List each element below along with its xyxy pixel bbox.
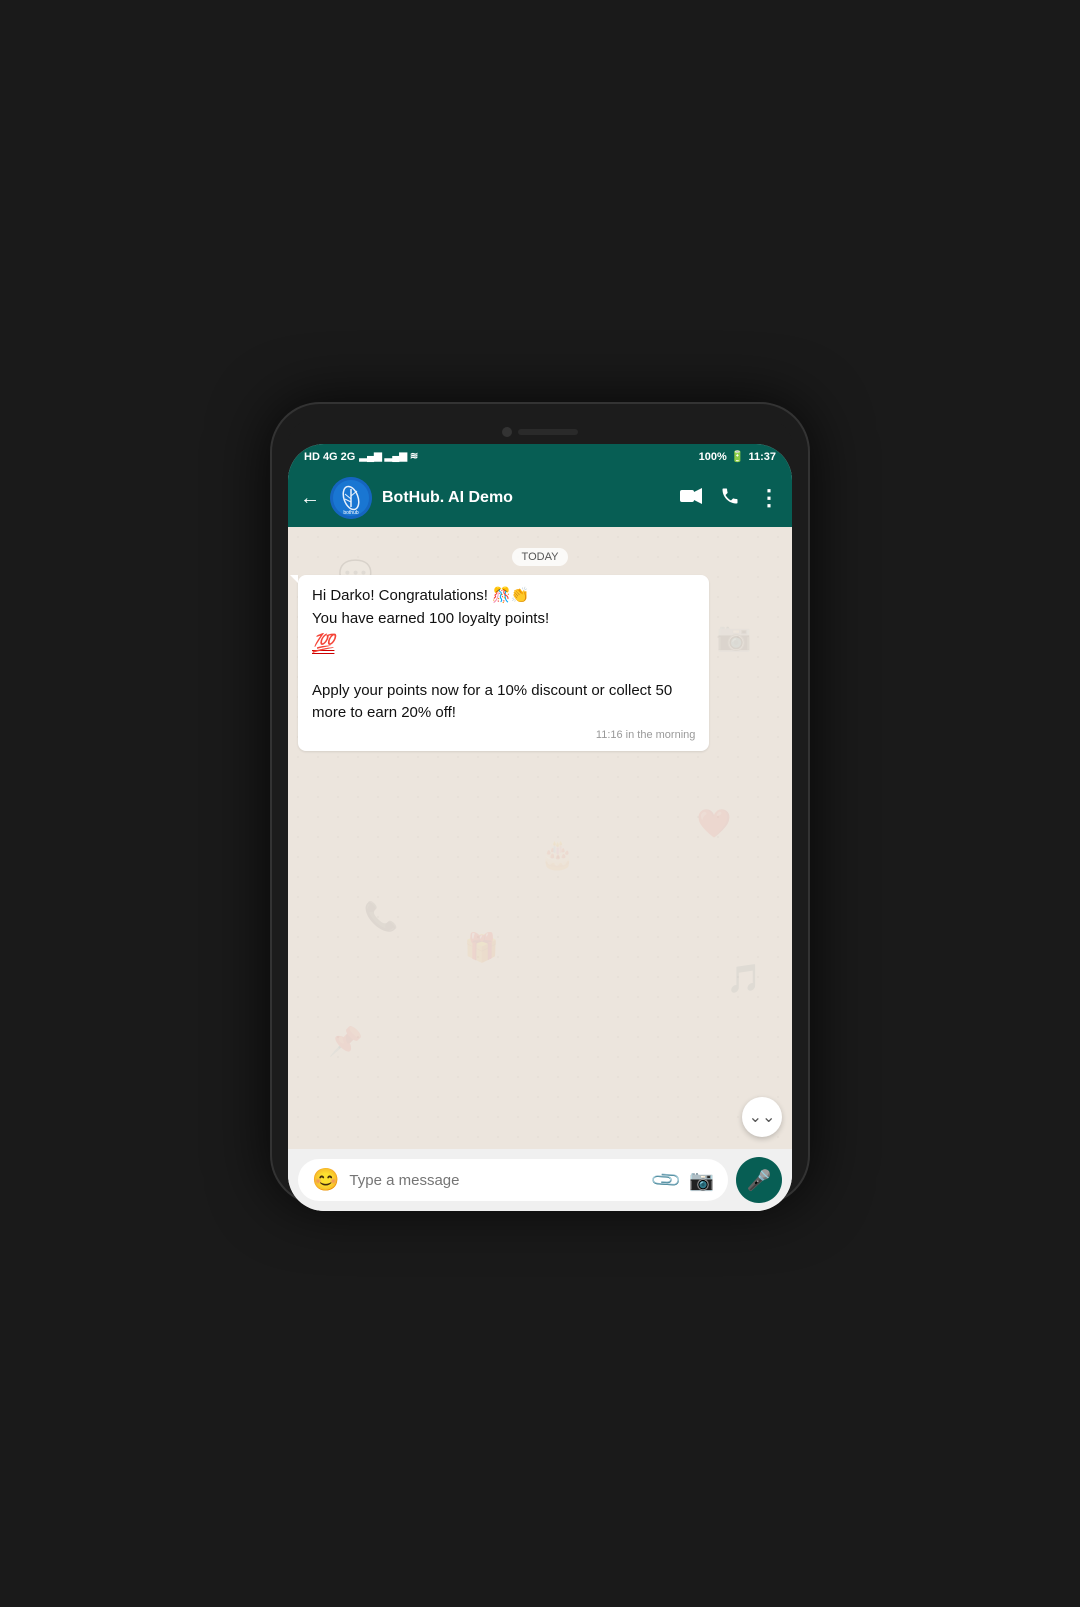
attach-button[interactable]: 📎	[649, 1162, 684, 1197]
message-emoji-100: 💯	[312, 633, 334, 653]
message-input[interactable]	[349, 1172, 644, 1189]
header-icons: ⋮	[680, 485, 780, 511]
date-badge: TODAY	[298, 547, 782, 565]
message-line1: Hi Darko! Congratulations! 🎊👏	[312, 587, 529, 604]
svg-text:bothub: bothub	[343, 510, 359, 516]
contact-name: BotHub. AI Demo	[382, 489, 670, 507]
phone-speaker	[518, 429, 578, 435]
video-call-button[interactable]	[680, 488, 702, 509]
clock: 11:37	[748, 451, 776, 463]
chevron-down-icon: ⌄⌄	[749, 1107, 776, 1127]
status-left: HD 4G 2G ▂▄▆ ▂▄▆ ≋	[304, 451, 418, 463]
voice-call-button[interactable]	[720, 486, 740, 511]
front-camera	[502, 427, 512, 437]
battery-level: 100%	[699, 451, 727, 463]
chat-header: ← bothub BotHub. AI Dem	[288, 469, 792, 527]
message-line3: Apply your points now for a 10% discount…	[312, 682, 672, 722]
mic-button[interactable]: 🎤	[736, 1157, 782, 1203]
contact-info: BotHub. AI Demo	[382, 489, 670, 507]
message-bubble: Hi Darko! Congratulations! 🎊👏 You have e…	[298, 575, 709, 751]
network-info: HD 4G 2G	[304, 451, 355, 463]
phone-notch	[288, 420, 792, 444]
status-right: 100% 🔋 11:37	[699, 450, 776, 463]
status-bar: HD 4G 2G ▂▄▆ ▂▄▆ ≋ 100% 🔋 11:37	[288, 444, 792, 469]
input-bar: 😊 📎 📷 🎤	[288, 1149, 792, 1211]
emoji-button[interactable]: 😊	[312, 1167, 339, 1193]
more-options-button[interactable]: ⋮	[758, 485, 780, 511]
phone-frame: HD 4G 2G ▂▄▆ ▂▄▆ ≋ 100% 🔋 11:37 ←	[270, 402, 810, 1205]
message-timestamp: 11:16 in the morning	[312, 729, 695, 741]
message-line2: You have earned 100 loyalty points!	[312, 610, 549, 627]
battery-icon: 🔋	[731, 450, 745, 463]
scroll-down-button[interactable]: ⌄⌄	[742, 1097, 782, 1137]
contact-avatar[interactable]: bothub	[330, 477, 372, 519]
signal-bars: ▂▄▆ ▂▄▆ ≋	[359, 451, 418, 462]
message-input-wrapper: 😊 📎 📷	[298, 1159, 728, 1201]
back-button[interactable]: ←	[300, 487, 320, 510]
phone-screen: HD 4G 2G ▂▄▆ ▂▄▆ ≋ 100% 🔋 11:37 ←	[288, 444, 792, 1211]
message-text: Hi Darko! Congratulations! 🎊👏 You have e…	[312, 585, 695, 725]
date-label: TODAY	[512, 548, 569, 566]
chat-area: 💬 📷 🔔 ❤️ 📞 🎵 📌 🎬 🎂 🎁 TODAY Hi Darko! Con…	[288, 527, 792, 1149]
mic-icon: 🎤	[747, 1168, 772, 1193]
camera-button[interactable]: 📷	[689, 1168, 714, 1193]
